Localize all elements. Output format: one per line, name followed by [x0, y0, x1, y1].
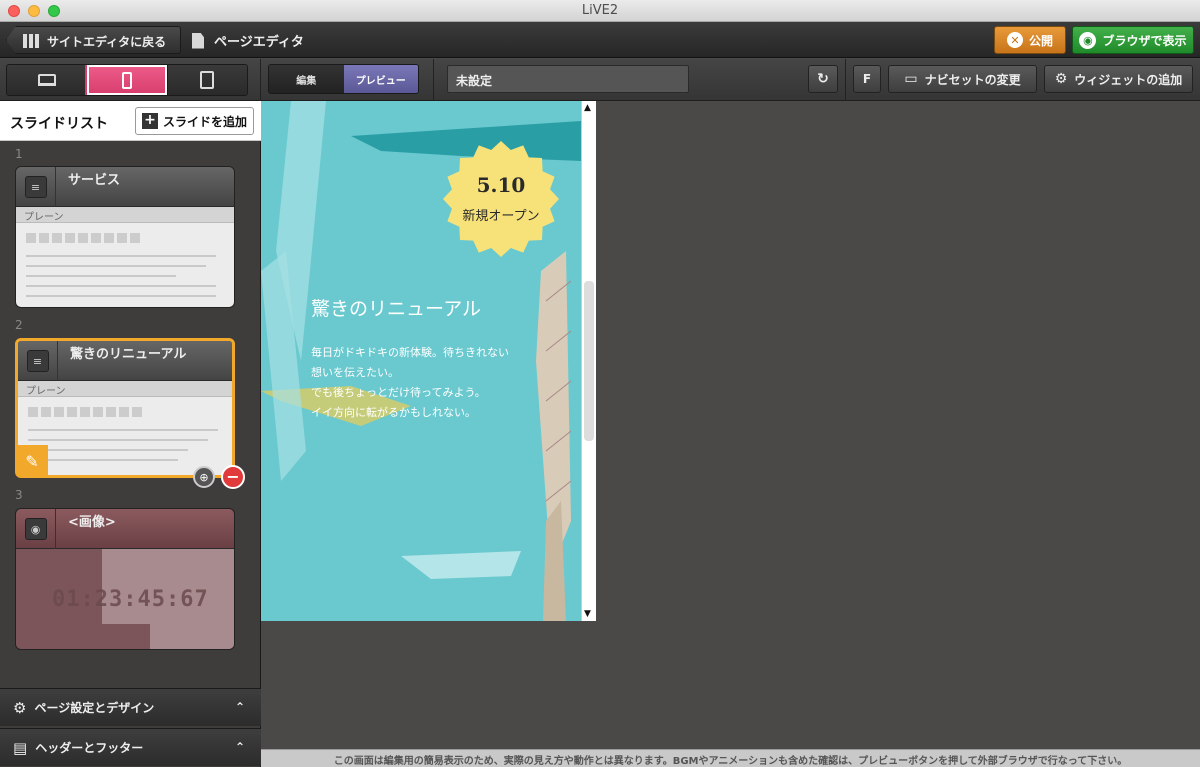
- opening-badge: [443, 141, 559, 257]
- plus-icon: +: [142, 113, 158, 129]
- page-settings-panel[interactable]: ⚙ ページ設定とデザイン ⌃: [0, 688, 261, 726]
- page-editor-title: ページエディタ: [192, 31, 304, 50]
- slide-type: プレーン: [16, 207, 234, 223]
- gear-icon: ⚙: [1054, 71, 1068, 87]
- slide-list-title: スライドリスト: [10, 116, 108, 132]
- slide-card-selected[interactable]: ≡ 驚きのリニューアル プレーン: [15, 338, 235, 478]
- mode-preview-button[interactable]: プレビュー: [343, 65, 418, 93]
- columns-icon: [23, 34, 41, 48]
- slide-title: <画像>: [68, 515, 116, 530]
- placeholder-text: [28, 429, 228, 469]
- device-tablet-button[interactable]: [167, 65, 247, 95]
- scroll-up-arrow-icon[interactable]: ▲: [584, 103, 591, 113]
- laptop-icon: [37, 74, 56, 86]
- text-slide-icon: ≡: [26, 350, 49, 372]
- publish-label: 公開: [1028, 33, 1053, 48]
- navset-icon: ▭: [904, 71, 918, 87]
- slide-card-header: ◉ <画像>: [16, 509, 234, 549]
- change-navset-button[interactable]: ▭ ナビセットの変更: [888, 65, 1037, 93]
- slide-card-header: ≡ 驚きのリニューアル: [18, 341, 232, 381]
- publish-button[interactable]: ✕ 公開: [994, 26, 1066, 54]
- slide-list-header: スライドリスト + スライドを追加: [0, 101, 261, 141]
- slide-type: プレーン: [18, 381, 232, 397]
- font-button[interactable]: F: [853, 65, 881, 93]
- edit-toolbar: 編集 プレビュー 未設定 ↻ F ▭ ナビセットの変更 ⚙ ウィジェットの追加: [0, 59, 1200, 101]
- slide-card[interactable]: ◉ <画像> 01:23:45:67: [15, 508, 235, 650]
- header-footer-icon: ▤: [13, 738, 28, 757]
- main-toolbar: サイトエディタに戻る ページエディタ ✕ 公開 ◉ ブラウザで表示: [0, 22, 1200, 58]
- scrollbar-thumb[interactable]: [584, 281, 594, 441]
- header-footer-panel[interactable]: ▤ ヘッダーとフッター ⌃: [0, 728, 261, 766]
- hero-text-line: でも後ちょっとだけ待ってみよう。: [311, 386, 486, 399]
- preview-canvas: 5.10 新規オープン 驚きのリニューアル 毎日がドキドキの新体験。待ちきれない…: [261, 101, 1200, 749]
- document-icon: [192, 32, 204, 49]
- chevron-up-icon: ⌃: [234, 700, 245, 714]
- scroll-down-arrow-icon[interactable]: ▼: [584, 609, 591, 619]
- window-title: LiVE2: [581, 3, 619, 18]
- add-widget-button[interactable]: ⚙ ウィジェットの追加: [1044, 65, 1193, 93]
- timer-text: 01:23:45:67: [52, 587, 209, 612]
- gear-icon: ⚙: [13, 698, 27, 717]
- text-slide-icon: ≡: [24, 176, 47, 198]
- mode-toggle: 編集 プレビュー: [268, 64, 419, 94]
- hero-text-line: イイ方向に転がるかもしれない。: [311, 406, 476, 419]
- page-editor-label: ページエディタ: [214, 35, 304, 50]
- badge-text: 新規オープン: [462, 209, 540, 224]
- hero-text-line: 想いを伝えたい。: [311, 366, 399, 379]
- tablet-icon: [200, 71, 215, 89]
- chevron-up-icon: ⌃: [234, 740, 245, 754]
- hero-heading: 驚きのリニューアル: [311, 298, 482, 320]
- view-in-browser-button[interactable]: ◉ ブラウザで表示: [1072, 26, 1194, 54]
- slide-card-header: ≡ サービス: [16, 167, 234, 207]
- preview-scrollbar[interactable]: ▲ ▼: [581, 101, 596, 621]
- slide-number: 1: [15, 147, 23, 161]
- placeholder-text: [26, 255, 226, 305]
- refresh-button[interactable]: ↻: [808, 65, 838, 93]
- slide-number: 3: [15, 488, 23, 502]
- slide-card-body: 01:23:45:67: [16, 549, 234, 649]
- slide-card-body: プレーン: [16, 207, 234, 307]
- change-navset-label: ナビセットの変更: [924, 72, 1021, 87]
- device-smartphone-button[interactable]: [87, 65, 168, 95]
- refresh-icon: ↻: [817, 71, 829, 87]
- back-to-site-editor-button[interactable]: サイトエディタに戻る: [6, 26, 181, 54]
- divider: [845, 59, 846, 101]
- camera-icon: ◉: [24, 518, 47, 540]
- minus-icon: −: [226, 467, 240, 486]
- smartphone-preview[interactable]: 5.10 新規オープン 驚きのリニューアル 毎日がドキドキの新体験。待ちきれない…: [261, 101, 596, 621]
- page-settings-label: ページ設定とデザイン: [34, 701, 155, 715]
- image-thumbnail-block: [102, 624, 150, 649]
- delete-slide-button[interactable]: −: [221, 465, 245, 489]
- divider: [433, 59, 434, 101]
- slide-number: 2: [15, 318, 23, 332]
- smartphone-icon: [121, 71, 132, 89]
- add-widget-label: ウィジェットの追加: [1074, 72, 1183, 87]
- device-switcher: [6, 64, 248, 96]
- slide-title: サービス: [68, 173, 121, 188]
- window-titlebar: LiVE2: [0, 0, 1200, 22]
- duplicate-slide-button[interactable]: ⊕: [193, 466, 215, 488]
- divider: [260, 59, 261, 101]
- status-note: この画面は編集用の簡易表示のため、実際の見え方や動作とは異なります。BGMやアニ…: [261, 749, 1200, 767]
- globe-icon: ◉: [1079, 31, 1097, 49]
- edit-slide-pencil-icon[interactable]: ✎: [16, 445, 48, 477]
- slide-list-sidebar: スライドリスト + スライドを追加 1 ≡ サービス プレーン 2 ≡ 驚きのリ…: [0, 101, 261, 767]
- add-slide-label: スライドを追加: [163, 114, 248, 129]
- publish-icon: ✕: [1006, 32, 1023, 48]
- back-to-site-editor-label: サイトエディタに戻る: [47, 35, 167, 49]
- view-in-browser-label: ブラウザで表示: [1102, 33, 1187, 48]
- slide-card-body: プレーン: [18, 381, 232, 475]
- badge-date: 5.10: [476, 173, 526, 197]
- slide-card[interactable]: ≡ サービス プレーン: [15, 166, 235, 308]
- device-pc-button[interactable]: [7, 65, 88, 95]
- duplicate-icon: ⊕: [199, 470, 209, 484]
- add-slide-button[interactable]: + スライドを追加: [135, 107, 254, 135]
- page-title-field[interactable]: 未設定: [447, 65, 689, 93]
- placeholder-heading: [26, 233, 140, 243]
- slide-title: 驚きのリニューアル: [70, 347, 187, 362]
- header-footer-label: ヘッダーとフッター: [35, 741, 144, 755]
- placeholder-heading: [28, 407, 142, 417]
- mode-edit-button[interactable]: 編集: [269, 65, 344, 93]
- hero-text-line: 毎日がドキドキの新体験。待ちきれない: [311, 346, 509, 359]
